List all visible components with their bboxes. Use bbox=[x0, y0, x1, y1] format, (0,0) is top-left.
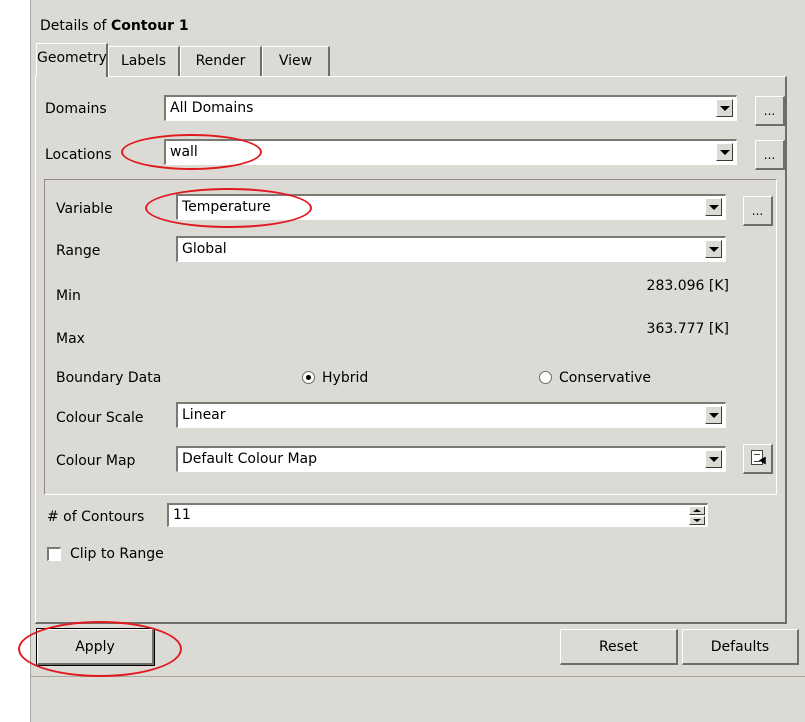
title-prefix: Details of bbox=[40, 18, 111, 34]
colour-scale-select[interactable]: Linear bbox=[176, 402, 726, 428]
max-label: Max bbox=[56, 331, 85, 347]
chevron-down-icon[interactable] bbox=[705, 406, 722, 424]
contours-spinbox[interactable]: 11 bbox=[167, 503, 708, 527]
spin-buttons bbox=[689, 506, 705, 525]
tab-label: View bbox=[278, 53, 313, 69]
range-label: Range bbox=[56, 243, 101, 259]
tab-render[interactable]: Render bbox=[180, 46, 262, 76]
clip-to-range-label[interactable]: Clip to Range bbox=[70, 546, 164, 562]
min-label: Min bbox=[56, 288, 81, 304]
locations-browse-button[interactable]: ... bbox=[755, 140, 785, 170]
tab-view[interactable]: View bbox=[262, 46, 330, 76]
variable-label: Variable bbox=[56, 201, 113, 217]
colour-map-value: Default Colour Map bbox=[182, 451, 318, 467]
clip-to-range-checkbox[interactable] bbox=[47, 547, 61, 561]
domains-value: All Domains bbox=[170, 100, 254, 116]
domains-select[interactable]: All Domains bbox=[164, 95, 737, 121]
colour-map-label: Colour Map bbox=[56, 453, 136, 469]
chevron-down-icon[interactable] bbox=[716, 143, 733, 161]
spin-up-icon[interactable] bbox=[689, 506, 705, 515]
contours-value: 11 bbox=[173, 507, 191, 523]
domains-browse-button[interactable]: ... bbox=[755, 96, 785, 126]
variable-select[interactable]: Temperature bbox=[176, 194, 726, 220]
tab-label: Labels bbox=[120, 53, 167, 69]
chevron-down-icon[interactable] bbox=[705, 240, 722, 258]
hybrid-label[interactable]: Hybrid bbox=[322, 370, 368, 386]
tab-labels[interactable]: Labels bbox=[108, 46, 180, 76]
colour-scale-label: Colour Scale bbox=[56, 410, 144, 426]
chevron-down-icon[interactable] bbox=[705, 450, 722, 468]
min-value: 283.096 [K] bbox=[646, 278, 729, 294]
defaults-button[interactable]: Defaults bbox=[682, 629, 799, 665]
locations-value: wall bbox=[170, 144, 198, 160]
domains-label: Domains bbox=[45, 101, 107, 117]
boundary-data-label: Boundary Data bbox=[56, 370, 162, 386]
variable-browse-button[interactable]: ... bbox=[743, 196, 773, 226]
variable-value: Temperature bbox=[182, 199, 271, 215]
range-select[interactable]: Global bbox=[176, 236, 726, 262]
reset-button[interactable]: Reset bbox=[560, 629, 678, 665]
range-value: Global bbox=[182, 241, 227, 257]
spin-down-icon[interactable] bbox=[689, 516, 705, 525]
tab-label: Render bbox=[195, 53, 246, 69]
conservative-label[interactable]: Conservative bbox=[559, 370, 651, 386]
max-value: 363.777 [K] bbox=[646, 321, 729, 337]
tab-label: Geometry bbox=[37, 50, 107, 66]
apply-button[interactable]: Apply bbox=[36, 628, 155, 666]
edit-colour-map-button[interactable] bbox=[743, 444, 773, 474]
hybrid-radio[interactable] bbox=[302, 371, 315, 384]
chevron-down-icon[interactable] bbox=[705, 198, 722, 216]
colour-scale-value: Linear bbox=[182, 407, 226, 423]
tab-geometry[interactable]: Geometry bbox=[36, 43, 108, 77]
title-object-name: Contour 1 bbox=[110, 18, 189, 34]
locations-label: Locations bbox=[45, 147, 112, 163]
chevron-down-icon[interactable] bbox=[716, 99, 733, 117]
locations-select[interactable]: wall bbox=[164, 139, 737, 165]
colour-map-select[interactable]: Default Colour Map bbox=[176, 446, 726, 472]
panel-title: Details of Contour 1 bbox=[40, 18, 189, 34]
bottom-divider bbox=[30, 676, 805, 677]
contours-label: # of Contours bbox=[47, 509, 145, 525]
conservative-radio[interactable] bbox=[539, 371, 552, 384]
